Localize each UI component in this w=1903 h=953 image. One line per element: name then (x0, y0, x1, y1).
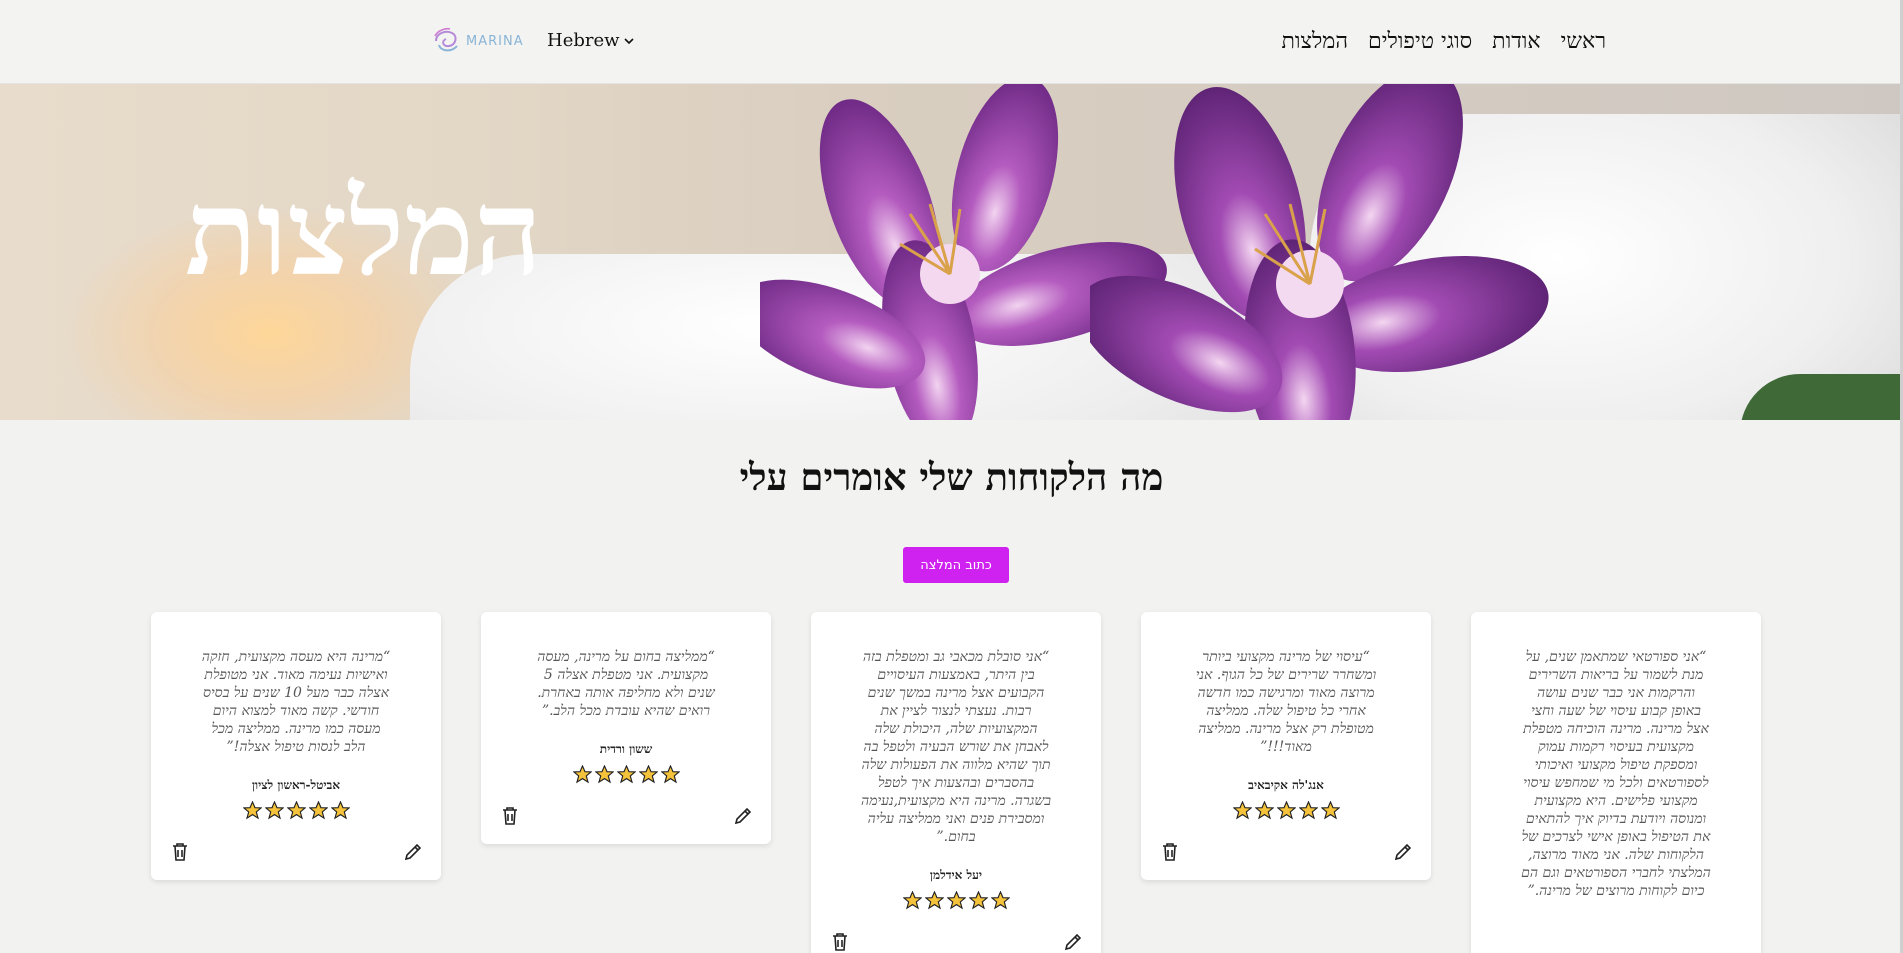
star-icon (968, 891, 988, 910)
testimonial-card: “עיסוי של מרינה מקצועי ביותר ומשחרר שריר… (1141, 612, 1431, 880)
hero-banner: המלצות (0, 84, 1900, 420)
hero-title: המלצות (185, 163, 542, 302)
star-icon (660, 765, 680, 784)
star-rating (481, 765, 771, 784)
testimonial-card: “מרינה היא מעסה מקצועית, חזקה ואישיות נע… (151, 612, 441, 880)
star-icon (1254, 801, 1274, 820)
nav-testimonials[interactable]: המלצות (1281, 28, 1348, 54)
nav-home[interactable]: ראשי (1561, 28, 1606, 54)
nav-about[interactable]: אודות (1492, 28, 1540, 54)
star-icon (572, 765, 592, 784)
testimonial-author: אנג'לה אקיבאיב (1248, 778, 1324, 792)
testimonial-text: “אני סובלת מכאבי גב ומטפלת בזה בין היתר,… (861, 649, 1051, 845)
star-icon (594, 765, 614, 784)
testimonial-card: “אני סובלת מכאבי גב ומטפלת בזה בין היתר,… (811, 612, 1101, 953)
star-icon (1320, 801, 1340, 820)
star-icon (924, 891, 944, 910)
logo-text: MARINA (466, 33, 524, 49)
logo-icon (434, 27, 458, 52)
delete-icon[interactable] (171, 842, 189, 862)
edit-icon[interactable] (1393, 842, 1413, 862)
testimonial-author: יעל אידלמן (929, 868, 983, 882)
star-rating (1141, 801, 1431, 820)
logo[interactable]: MARINA (432, 27, 524, 55)
star-icon (242, 801, 262, 820)
site-header: MARINA Hebrew ראשי אודות סוגי טיפולים המ… (0, 0, 1903, 84)
flower-image-right (1090, 84, 1549, 420)
delete-icon[interactable] (831, 932, 849, 952)
star-icon (946, 891, 966, 910)
chevron-down-icon (623, 37, 634, 44)
testimonial-card: “אני ספורטאי שמתאמן שנים, על מנת לשמור ע… (1471, 612, 1761, 953)
testimonial-author: אביטל-ראשון לציון (251, 778, 341, 792)
star-icon (264, 801, 284, 820)
section-title: מה הלקוחות שלי אומרים עלי (739, 455, 1164, 499)
main-nav: ראשי אודות סוגי טיפולים המלצות (1281, 28, 1606, 54)
star-icon (1298, 801, 1318, 820)
edit-icon[interactable] (733, 806, 753, 826)
edit-icon[interactable] (1063, 932, 1083, 952)
delete-icon[interactable] (1161, 842, 1179, 862)
testimonial-text: “עיסוי של מרינה מקצועי ביותר ומשחרר שריר… (1195, 649, 1377, 755)
language-label: Hebrew (547, 30, 620, 51)
star-icon (1276, 801, 1296, 820)
star-icon (330, 801, 350, 820)
write-testimonial-button[interactable]: כתוב המלצה (903, 547, 1009, 583)
edit-icon[interactable] (403, 842, 423, 862)
star-icon (286, 801, 306, 820)
testimonial-text: “אני ספורטאי שמתאמן שנים, על מנת לשמור ע… (1521, 649, 1711, 899)
delete-icon[interactable] (501, 806, 519, 826)
testimonial-author: ששון ורדית (599, 742, 653, 756)
star-rating (811, 891, 1101, 910)
star-icon (638, 765, 658, 784)
nav-treatments[interactable]: סוגי טיפולים (1368, 28, 1472, 54)
testimonial-card: “ממליצה בחום על מרינה, מעסה מקצועית. אני… (481, 612, 771, 844)
testimonial-text: “ממליצה בחום על מרינה, מעסה מקצועית. אני… (537, 649, 715, 719)
star-icon (308, 801, 328, 820)
star-icon (902, 891, 922, 910)
language-selector[interactable]: Hebrew (547, 30, 634, 51)
testimonial-text: “מרינה היא מעסה מקצועית, חזקה ואישיות נע… (201, 649, 391, 755)
star-icon (990, 891, 1010, 910)
star-rating (151, 801, 441, 820)
star-icon (616, 765, 636, 784)
star-icon (1232, 801, 1252, 820)
